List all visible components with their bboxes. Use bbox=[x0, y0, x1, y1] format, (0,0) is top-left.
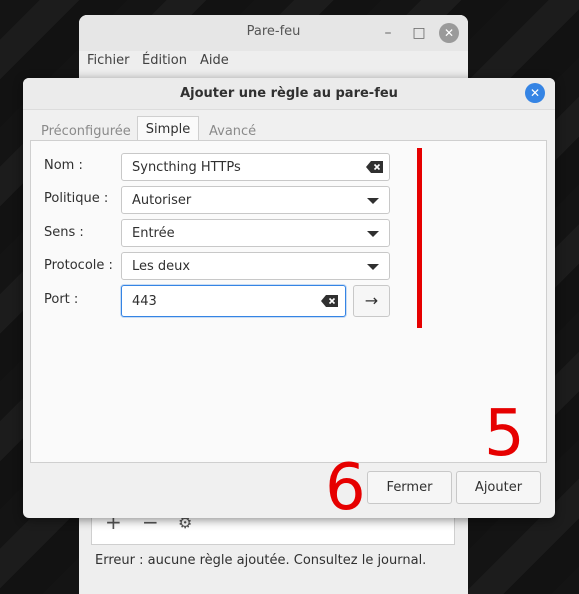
policy-value: Autoriser bbox=[132, 193, 192, 208]
direction-label: Sens : bbox=[44, 225, 84, 240]
direction-dropdown[interactable]: Entrée bbox=[121, 219, 390, 247]
name-field[interactable]: Syncthing HTTPs bbox=[121, 153, 390, 181]
close-button[interactable]: Fermer bbox=[367, 471, 452, 504]
main-titlebar: Pare-feu – □ ✕ bbox=[79, 15, 468, 51]
tab-simple[interactable]: Simple bbox=[137, 116, 199, 141]
chevron-down-icon bbox=[367, 198, 379, 204]
dialog-title: Ajouter une règle au pare-feu bbox=[180, 86, 398, 101]
policy-dropdown[interactable]: Autoriser bbox=[121, 186, 390, 214]
port-input[interactable]: 443 bbox=[121, 285, 346, 317]
name-value: Syncthing HTTPs bbox=[132, 160, 241, 175]
port-value: 443 bbox=[132, 294, 157, 309]
minimize-icon[interactable]: – bbox=[379, 24, 397, 42]
close-icon[interactable]: ✕ bbox=[439, 23, 459, 43]
chevron-down-icon bbox=[367, 231, 379, 237]
port-label: Port : bbox=[44, 292, 79, 307]
policy-label: Politique : bbox=[44, 191, 109, 206]
clear-icon[interactable] bbox=[366, 161, 383, 173]
simple-tab-panel: Nom : Syncthing HTTPs Politique : Autori… bbox=[30, 140, 547, 463]
add-rule-dialog: Ajouter une règle au pare-feu ✕ Préconfi… bbox=[23, 78, 555, 518]
direction-value: Entrée bbox=[132, 226, 175, 241]
dialog-titlebar: Ajouter une règle au pare-feu ✕ bbox=[23, 78, 555, 110]
dialog-close-icon[interactable]: ✕ bbox=[525, 83, 545, 103]
annotation-number-5: 5 bbox=[484, 397, 525, 471]
chevron-down-icon bbox=[367, 264, 379, 270]
menu-help[interactable]: Aide bbox=[200, 53, 229, 68]
protocol-label: Protocole : bbox=[44, 258, 113, 273]
protocol-value: Les deux bbox=[132, 259, 191, 274]
status-message: Erreur : aucune règle ajoutée. Consultez… bbox=[95, 553, 427, 568]
arrow-right-icon[interactable]: → bbox=[353, 285, 390, 317]
annotation-number-6: 6 bbox=[325, 451, 366, 525]
annotation-bar bbox=[417, 148, 422, 328]
add-button[interactable]: Ajouter bbox=[456, 471, 541, 504]
menu-file[interactable]: Fichier bbox=[87, 53, 130, 68]
maximize-icon[interactable]: □ bbox=[410, 24, 428, 42]
menu-edit[interactable]: Édition bbox=[142, 53, 187, 68]
menubar: Fichier Édition Aide bbox=[79, 51, 468, 79]
clear-icon[interactable] bbox=[321, 295, 338, 307]
name-label: Nom : bbox=[44, 158, 83, 173]
protocol-dropdown[interactable]: Les deux bbox=[121, 252, 390, 280]
